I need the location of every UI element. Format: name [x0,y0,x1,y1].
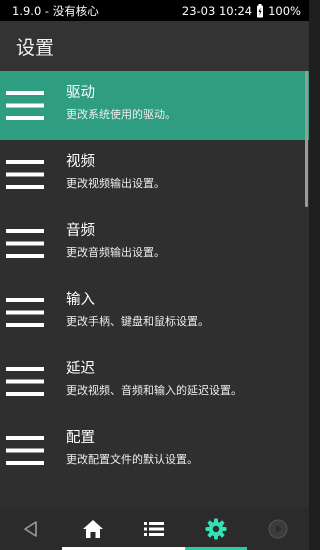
settings-item-latency[interactable]: 延迟 更改视频、音频和输入的延迟设置。 [0,347,309,416]
status-right: 23-03 10:24 100% [181,3,301,18]
menu-icon [6,229,44,258]
home-icon [82,519,103,538]
settings-item-drivers[interactable]: 驱动 更改系统使用的驱动。 [0,71,309,140]
settings-list[interactable]: 驱动 更改系统使用的驱动。 视频 更改视频输出设置。 音频 更改音频输出设置。 [0,71,309,507]
settings-item-description: 更改配置文件的默认设置。 [66,453,198,466]
settings-item-description: 更改视频、音频和输入的延迟设置。 [66,384,242,397]
app-bar: 设置 [0,21,309,71]
settings-item-title: 驱动 [66,85,95,101]
nav-back-button[interactable] [0,507,62,550]
menu-icon [6,436,44,465]
settings-item-title: 输入 [66,292,95,308]
status-app-version: 1.9.0 - 没有核心 [12,3,99,18]
settings-item-title: 音频 [66,223,95,239]
menu-icon [6,160,44,189]
gear-icon [205,518,227,539]
menu-icon [6,298,44,327]
settings-item-input[interactable]: 输入 更改手柄、键盘和鼠标设置。 [0,278,309,347]
status-time: 23-03 10:24 [181,3,253,18]
settings-item-description: 更改音频输出设置。 [66,246,165,259]
list-icon [144,521,165,536]
settings-item-title: 延迟 [66,361,95,377]
settings-item-description: 更改系统使用的驱动。 [66,108,176,121]
settings-item-video[interactable]: 视频 更改视频输出设置。 [0,140,309,209]
settings-item-configuration[interactable]: 配置 更改配置文件的默认设置。 [0,416,309,485]
nav-home-button[interactable] [61,507,124,550]
back-icon [24,520,37,537]
settings-item-description: 更改视频输出设置。 [66,177,165,190]
nav-list-button[interactable] [123,507,186,550]
status-bar: 1.9.0 - 没有核心 23-03 10:24 100% [0,0,309,21]
play-icon [268,519,288,538]
settings-item-next-partial[interactable] [0,485,309,507]
settings-item-description: 更改手柄、键盘和鼠标设置。 [66,315,209,328]
bottom-nav [0,507,309,550]
settings-item-title: 配置 [66,430,95,446]
nav-play-button[interactable] [247,507,309,550]
page-title: 设置 [16,36,55,59]
list-scrollbar[interactable] [305,71,308,207]
battery-charging-icon [257,3,264,17]
menu-icon [6,367,44,396]
settings-item-audio[interactable]: 音频 更改音频输出设置。 [0,209,309,278]
settings-item-title: 视频 [66,154,95,170]
nav-settings-button[interactable] [185,507,248,550]
menu-icon [6,91,44,120]
status-battery-level: 100% [268,3,301,18]
